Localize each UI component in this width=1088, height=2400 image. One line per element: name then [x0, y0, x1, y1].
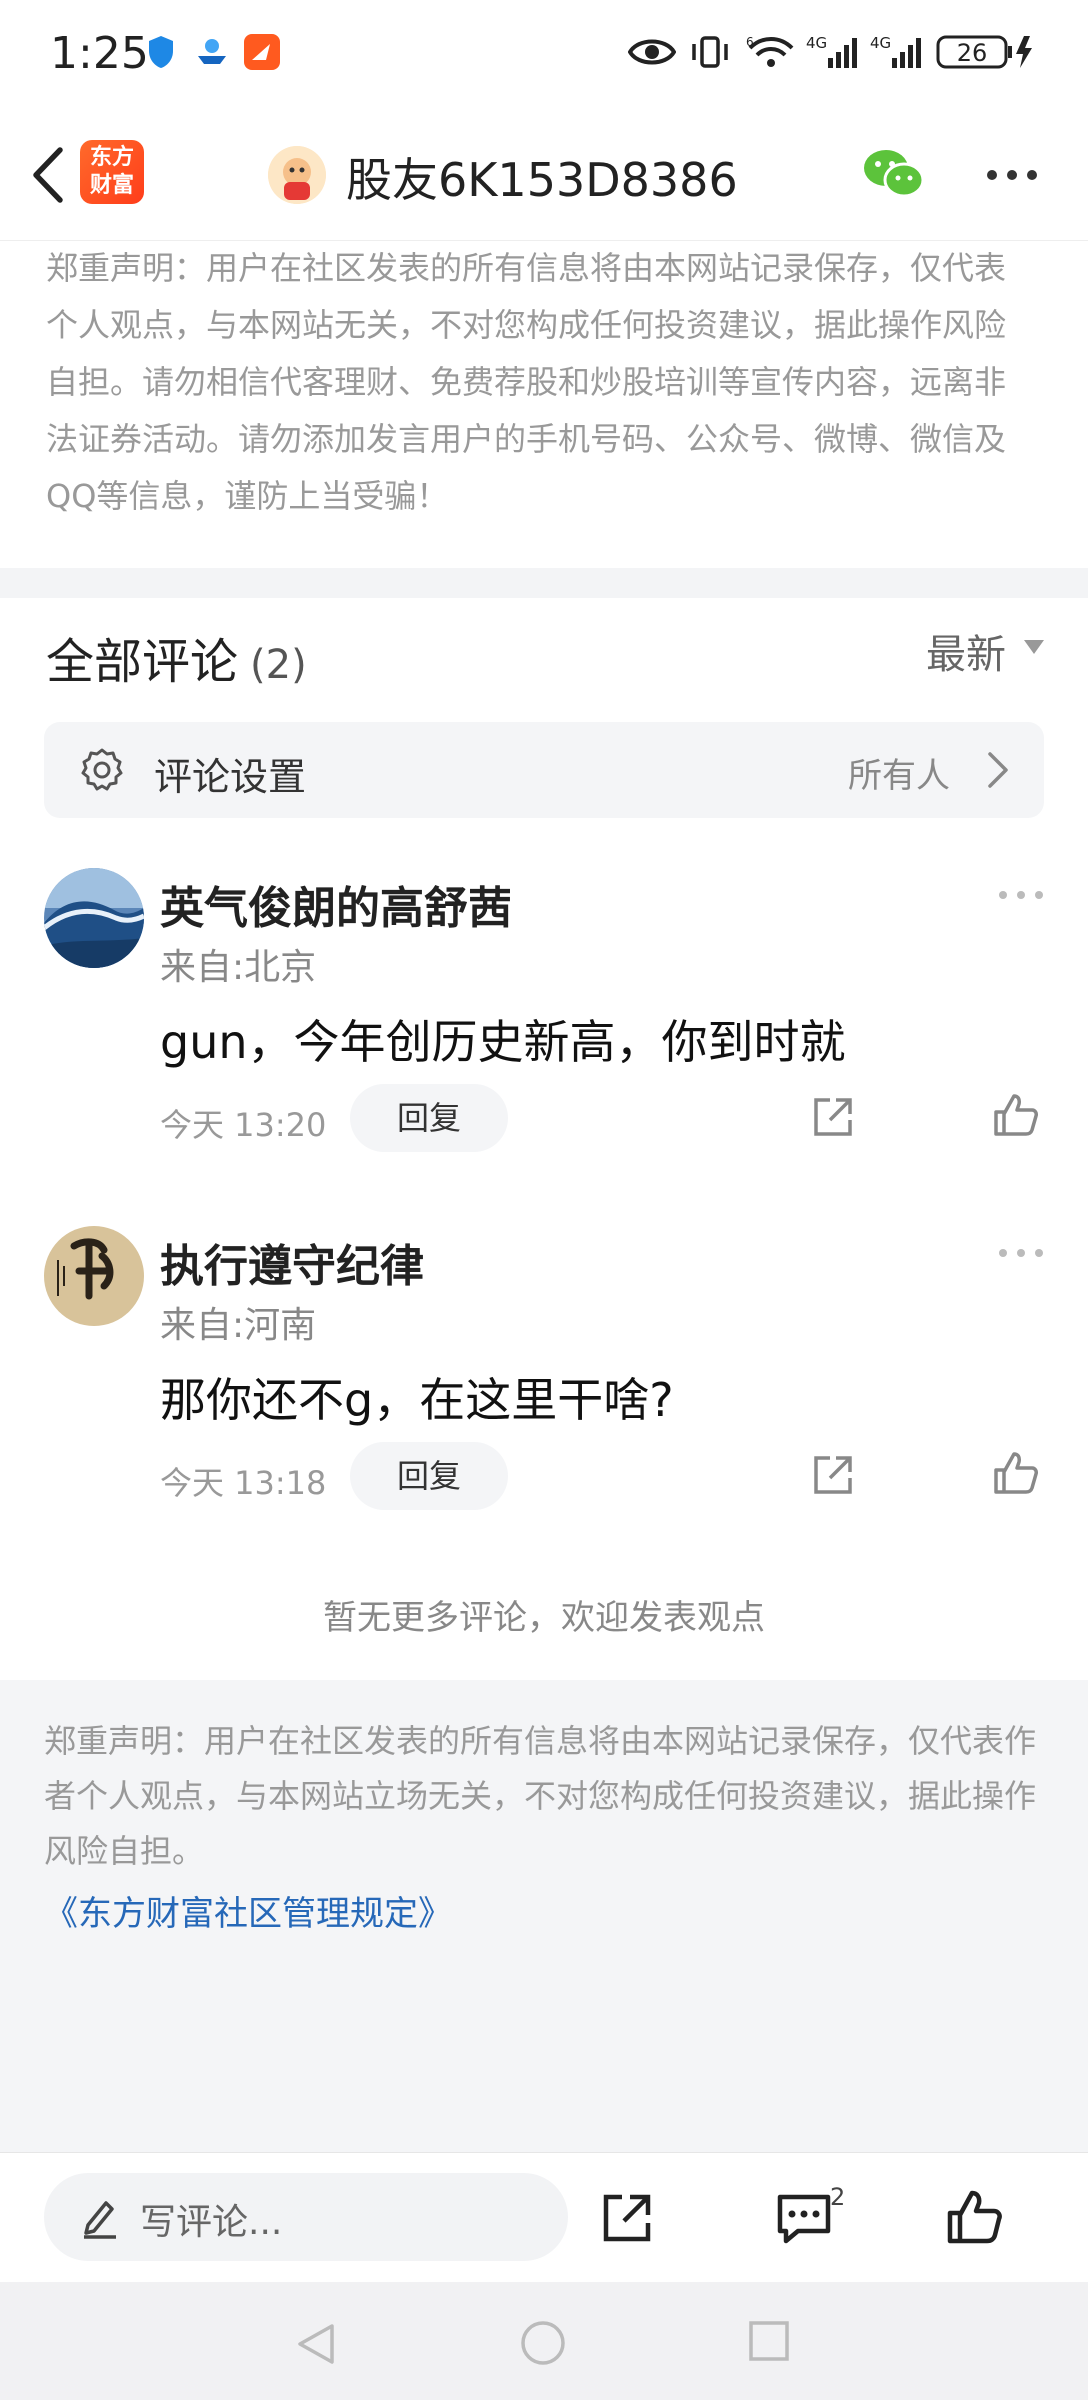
pencil-icon [84, 2201, 116, 2239]
network-label-2: 4G [870, 34, 891, 52]
commenter-avatar[interactable] [44, 868, 144, 968]
more-options-icon[interactable] [982, 160, 1042, 190]
system-back-icon[interactable] [296, 2322, 336, 2366]
battery-level: 26 [957, 39, 988, 67]
commenter-location: 来自:河南 [160, 1305, 317, 1346]
disclaimer-top: 郑重声明：用户在社区发表的所有信息将由本网站记录保存，仅代表个人观点，与本网站无… [46, 249, 1007, 515]
caret-down-icon[interactable] [1024, 640, 1044, 654]
comment-item: 执行遵守纪律 来自:河南 那你还不g，在这里干啥? 今天 13:18 回复 [0, 1226, 1088, 1566]
reply-button[interactable]: 回复 [350, 1084, 508, 1152]
signal-icon-2: 4G [870, 34, 921, 68]
network-label-1: 4G [806, 34, 827, 52]
gear-icon [81, 748, 123, 791]
system-nav-bar [0, 2282, 1088, 2400]
comment-time: 今天 13:18 [160, 1464, 327, 1502]
community-rules-link[interactable]: 《东方财富社区管理规定》 [44, 1886, 452, 1935]
comment-time: 今天 13:20 [160, 1106, 327, 1144]
bank-app-icon [198, 39, 226, 64]
share-icon[interactable] [810, 1094, 856, 1140]
comment-item: 英气俊朗的高舒茜 来自:北京 gun，今年创历史新高，你到时就 今天 13:20… [0, 868, 1088, 1208]
no-more-comments: 暂无更多评论，欢迎发表观点 [323, 1598, 765, 1638]
app-logo[interactable]: 东方财富 [80, 140, 144, 204]
comments-count: (2) [250, 642, 307, 688]
system-home-icon[interactable] [520, 2320, 566, 2366]
commenter-location: 来自:北京 [160, 947, 317, 988]
system-recents-icon[interactable] [748, 2320, 790, 2362]
comment-more-icon[interactable] [996, 888, 1046, 902]
signal-icon-1: 4G [806, 34, 857, 68]
comment-icon[interactable] [776, 2193, 832, 2245]
section-divider [0, 568, 1088, 598]
thumbs-up-icon[interactable] [944, 2187, 1004, 2247]
wifi-label: 6 [746, 35, 754, 49]
comment-text: 那你还不g，在这里干啥? [160, 1373, 674, 1427]
commenter-name[interactable]: 英气俊朗的高舒茜 [160, 872, 512, 936]
write-comment-input[interactable]: 写评论... [44, 2173, 568, 2261]
comment-more-icon[interactable] [996, 1246, 1046, 1260]
battery-icon: 26 [936, 35, 1032, 69]
vibrate-icon [692, 36, 728, 68]
eye-icon [628, 39, 676, 65]
commenter-avatar[interactable] [44, 1226, 144, 1326]
back-button[interactable] [18, 140, 78, 210]
wechat-share-icon[interactable] [862, 146, 926, 202]
comment-settings-row[interactable]: 评论设置 所有人 [44, 722, 1044, 818]
comment-count-badge: 2 [830, 2183, 846, 2211]
wifi-icon: 6 [746, 35, 794, 67]
share-icon[interactable] [810, 1452, 856, 1498]
thumbs-up-icon[interactable] [990, 1090, 1040, 1140]
app-logo-text: 东方财富 [89, 145, 134, 198]
settings-value: 所有人 [848, 756, 950, 796]
disclaimer-footer: 郑重声明：用户在社区发表的所有信息将由本网站记录保存，仅代表作者个人观点，与本网… [44, 1722, 1037, 1870]
comments-title: 全部评论 [46, 634, 239, 690]
comments-header: 全部评论 (2) [46, 622, 307, 692]
shield-icon [149, 36, 173, 68]
write-comment-placeholder: 写评论... [140, 2202, 283, 2243]
reply-button[interactable]: 回复 [350, 1442, 508, 1510]
share-icon[interactable] [600, 2191, 654, 2245]
page-title: 股友6K153D8386 [346, 153, 738, 207]
bottom-action-bar: 写评论... 2 [0, 2152, 1088, 2283]
user-avatar-small [268, 146, 326, 204]
top-nav: 东方财富 股友6K153D8386 [0, 110, 1088, 241]
thumbs-up-icon[interactable] [990, 1448, 1040, 1498]
settings-label: 评论设置 [154, 755, 307, 799]
status-time: 1:25 [50, 28, 149, 79]
comment-text: gun，今年创历史新高，你到时就 [160, 1015, 846, 1069]
app-notification-icon [244, 34, 280, 70]
chevron-right-icon [988, 752, 1008, 788]
sort-dropdown[interactable]: 最新 [926, 622, 1006, 680]
status-bar: 1:25 6 4G 4G 26 [0, 0, 1088, 110]
commenter-name[interactable]: 执行遵守纪律 [160, 1230, 424, 1294]
